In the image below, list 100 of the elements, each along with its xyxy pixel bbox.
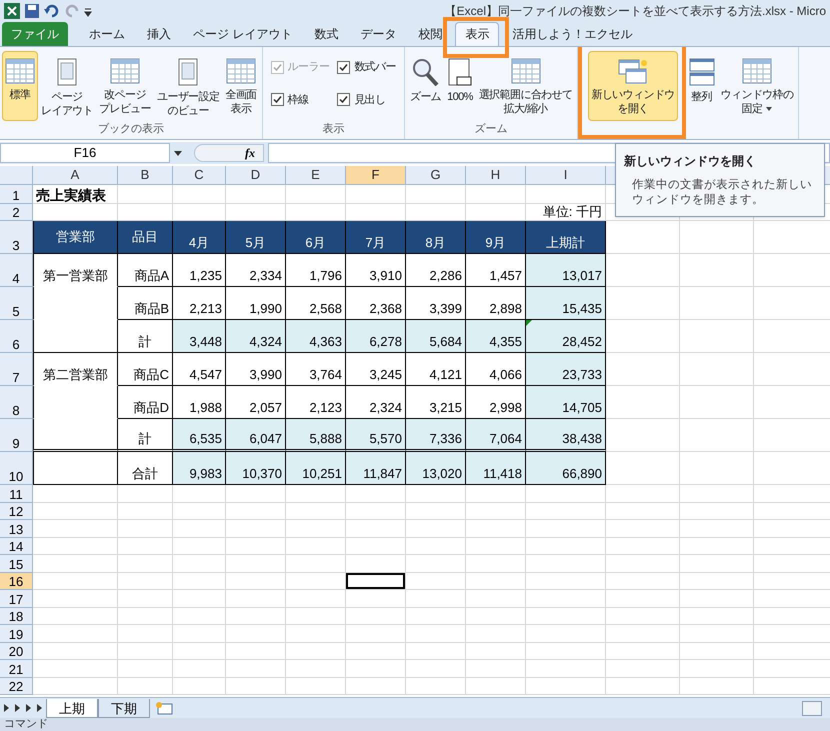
column-header[interactable]: D xyxy=(226,166,286,185)
select-all-corner[interactable] xyxy=(0,166,33,185)
ribbon-tab[interactable]: 表示 xyxy=(455,22,500,46)
sheet-tab[interactable]: 上期 xyxy=(46,698,98,718)
row-header[interactable]: 5 xyxy=(0,287,33,320)
row-header[interactable]: 4 xyxy=(0,254,33,287)
worksheet-cell[interactable]: 28,452 xyxy=(526,320,606,353)
worksheet-cell[interactable]: 4,121 xyxy=(406,353,466,386)
worksheet-cell[interactable]: 7,336 xyxy=(406,419,466,452)
ribbon-button[interactable]: 改ページ プレビュー xyxy=(96,51,154,121)
row-header[interactable]: 10 xyxy=(0,452,33,485)
worksheet-cell[interactable]: 6月 xyxy=(286,221,346,254)
row-header[interactable]: 21 xyxy=(0,660,33,678)
worksheet-cell[interactable]: 4,363 xyxy=(286,320,346,353)
column-header[interactable]: I xyxy=(526,166,606,185)
worksheet-cell[interactable]: 商品A xyxy=(118,254,173,287)
worksheet-cell[interactable]: 66,890 xyxy=(526,452,606,485)
column-header[interactable]: C xyxy=(173,166,226,185)
worksheet-cell[interactable] xyxy=(33,287,118,320)
row-header[interactable]: 15 xyxy=(0,555,33,572)
row-header[interactable]: 17 xyxy=(0,590,33,608)
worksheet-cell[interactable]: 5,570 xyxy=(346,419,406,452)
ribbon-button[interactable]: 100% xyxy=(444,51,476,121)
worksheet-cell[interactable]: 11,847 xyxy=(346,452,406,485)
worksheet-cell[interactable] xyxy=(33,386,118,419)
row-header[interactable]: 11 xyxy=(0,485,33,502)
horizontal-scrollbar[interactable] xyxy=(802,700,822,716)
ribbon-button[interactable]: 整列 xyxy=(686,51,718,121)
worksheet-cell[interactable] xyxy=(33,320,118,353)
worksheet-cell[interactable]: 8月 xyxy=(406,221,466,254)
worksheet-cell[interactable]: 5,684 xyxy=(406,320,466,353)
ribbon-button[interactable]: 新しいウィンドウ を開く xyxy=(588,51,678,121)
worksheet-cell[interactable]: 第二営業部 xyxy=(33,353,118,386)
ribbon-button[interactable]: 全画面 表示 xyxy=(222,51,260,121)
row-header[interactable]: 18 xyxy=(0,608,33,625)
worksheet-cell[interactable]: 1,796 xyxy=(286,254,346,287)
worksheet-cell[interactable]: 38,438 xyxy=(526,419,606,452)
undo-icon[interactable] xyxy=(44,3,60,19)
worksheet-cell[interactable]: 3,764 xyxy=(286,353,346,386)
worksheet-cell[interactable]: 商品B xyxy=(118,287,173,320)
worksheet-cell[interactable]: 9月 xyxy=(466,221,526,254)
row-header[interactable]: 9 xyxy=(0,419,33,452)
worksheet-cell[interactable]: 1,235 xyxy=(173,254,226,287)
row-header[interactable]: 8 xyxy=(0,386,33,419)
ribbon-button[interactable]: ページ レイアウト xyxy=(38,51,96,121)
insert-sheet-icon[interactable] xyxy=(154,701,174,715)
worksheet-cell[interactable]: 商品C xyxy=(118,353,173,386)
column-header[interactable]: A xyxy=(33,166,118,185)
ribbon-button[interactable]: 選択範囲に合わせて 拡大/縮小 xyxy=(476,51,576,121)
checkbox[interactable] xyxy=(337,60,350,74)
worksheet-cell[interactable]: 4,547 xyxy=(173,353,226,386)
worksheet-cell[interactable]: 10,251 xyxy=(286,452,346,485)
ribbon-tab[interactable]: 数式 xyxy=(305,22,348,46)
row-header[interactable]: 22 xyxy=(0,678,33,695)
name-box[interactable]: F16 xyxy=(0,143,170,163)
worksheet-cell[interactable]: 4,324 xyxy=(226,320,286,353)
worksheet-cell[interactable]: 23,733 xyxy=(526,353,606,386)
worksheet-cell[interactable]: 10,370 xyxy=(226,452,286,485)
worksheet-cell[interactable]: 商品D xyxy=(118,386,173,419)
worksheet-cell[interactable]: 3,990 xyxy=(226,353,286,386)
worksheet-cell[interactable]: 6,047 xyxy=(226,419,286,452)
ribbon-tab[interactable]: 挿入 xyxy=(138,22,180,46)
worksheet-cell[interactable]: 6,278 xyxy=(346,320,406,353)
column-header[interactable]: F xyxy=(346,166,406,185)
checkbox[interactable] xyxy=(337,93,350,106)
worksheet-cell[interactable]: 13,020 xyxy=(406,452,466,485)
worksheet-cell[interactable]: 14,705 xyxy=(526,386,606,419)
worksheet-cell[interactable]: 2,286 xyxy=(406,254,466,287)
worksheet-cell[interactable]: 品目 xyxy=(118,221,173,254)
ribbon-button[interactable]: ズーム xyxy=(406,51,444,121)
worksheet-cell[interactable]: 上期計 xyxy=(526,221,606,254)
worksheet-cell[interactable]: 3,245 xyxy=(346,353,406,386)
row-header[interactable]: 14 xyxy=(0,538,33,555)
worksheet-cell[interactable]: 5月 xyxy=(226,221,286,254)
checkbox[interactable] xyxy=(270,93,284,106)
ribbon-tab[interactable]: ページ レイアウト xyxy=(184,22,302,46)
worksheet-cell[interactable]: 3,448 xyxy=(173,320,226,353)
worksheet-cell[interactable]: 2,334 xyxy=(226,254,286,287)
row-header[interactable]: 3 xyxy=(0,221,33,254)
function-button[interactable]: fx xyxy=(194,144,264,162)
worksheet-cell[interactable] xyxy=(33,419,118,452)
row-header[interactable]: 20 xyxy=(0,642,33,660)
worksheet-cell[interactable]: 4月 xyxy=(173,221,226,254)
worksheet-cell[interactable]: 3,910 xyxy=(346,254,406,287)
row-header[interactable]: 7 xyxy=(0,353,33,386)
row-header[interactable]: 13 xyxy=(0,520,33,538)
row-header[interactable]: 6 xyxy=(0,320,33,353)
worksheet-cell[interactable]: 営業部 xyxy=(33,221,118,254)
worksheet-cell[interactable]: 4,355 xyxy=(466,320,526,353)
column-header[interactable]: H xyxy=(466,166,526,185)
ribbon-button[interactable]: ウィンドウ枠の 固定 xyxy=(718,51,796,121)
ribbon-tab[interactable]: ファイル xyxy=(2,22,68,46)
worksheet-cell[interactable]: 第一営業部 xyxy=(33,254,118,287)
ribbon-tab[interactable]: ホーム xyxy=(80,22,134,46)
ribbon-tab[interactable]: 校閲 xyxy=(409,22,452,46)
row-header[interactable]: 2 xyxy=(0,204,33,221)
worksheet-cell[interactable]: 15,435 xyxy=(526,287,606,320)
ribbon-button[interactable]: 標準 xyxy=(2,51,38,121)
worksheet-cell[interactable]: 売上実績表 xyxy=(33,185,118,204)
worksheet-cell[interactable]: 11,418 xyxy=(466,452,526,485)
